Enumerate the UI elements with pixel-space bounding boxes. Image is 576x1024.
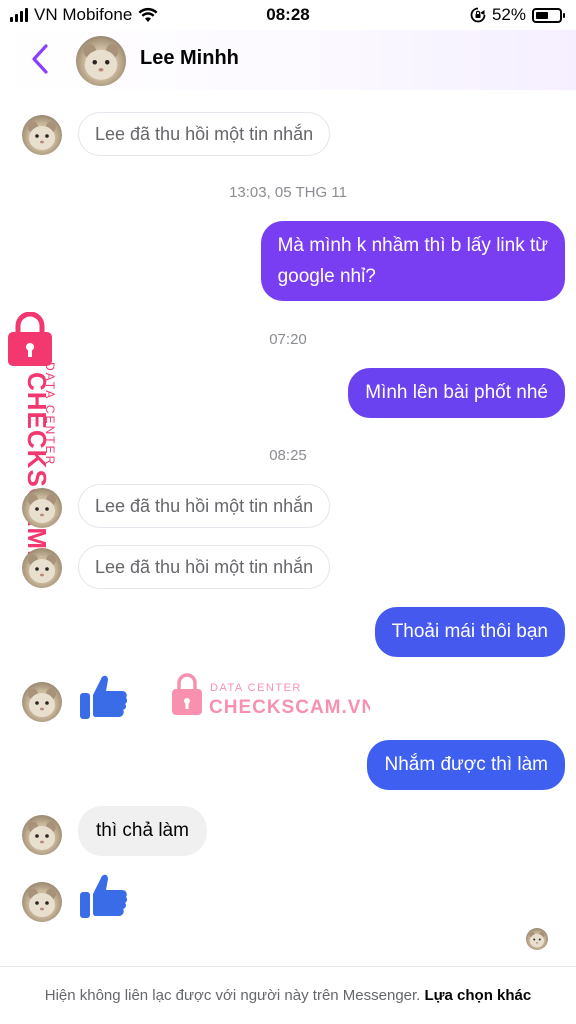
footer-divider (0, 966, 576, 967)
message-avatar[interactable] (22, 815, 62, 855)
unsent-message-notice: Lee đã thu hồi một tin nhắn (78, 484, 331, 528)
message-avatar[interactable] (22, 488, 62, 528)
like-icon[interactable] (78, 870, 128, 920)
outgoing-message[interactable]: Mà mình k nhầm thì b lấy link từ google … (260, 221, 565, 301)
lock-icon (172, 673, 202, 715)
timestamp: 13:03, 05 THG 11 (229, 184, 347, 201)
like-icon[interactable] (78, 671, 128, 721)
unsent-message-notice: Lee đã thu hồi một tin nhắn (78, 112, 331, 156)
timestamp: 08:25 (269, 447, 307, 464)
chat-header: Lee Minhh (0, 30, 576, 90)
timestamp: 07:20 (269, 331, 307, 348)
outgoing-message[interactable]: Mình lên bài phốt nhé (348, 368, 565, 418)
rotation-lock-icon (470, 7, 486, 23)
back-arrow-icon[interactable] (28, 42, 52, 76)
incoming-message[interactable]: thì chả làm (78, 806, 207, 856)
message-line: google nhỉ? (277, 266, 376, 287)
outgoing-message[interactable]: Nhắm được thì làm (367, 740, 565, 790)
read-receipt-avatar (526, 928, 548, 950)
status-bar: VN Mobifone 08:28 52% (0, 0, 576, 30)
watermark-center: DATA CENTER CHECKSCAM.VN (172, 673, 370, 718)
message-avatar[interactable] (22, 882, 62, 922)
message-avatar[interactable] (22, 115, 62, 155)
footer-text: Hiện không liên lạc được với người này t… (44, 987, 421, 1004)
contact-avatar[interactable] (76, 36, 126, 86)
battery-icon (532, 7, 565, 23)
unsent-message-notice: Lee đã thu hồi một tin nhắn (78, 545, 331, 589)
watermark-brand: CHECKSCAM.VN (209, 697, 370, 718)
message-line: Mà mình k nhầm thì b lấy link từ (277, 235, 548, 256)
contact-name[interactable]: Lee Minhh (140, 47, 239, 70)
watermark-subtitle: DATA CENTER (210, 682, 302, 694)
unreachable-footer: Hiện không liên lạc được với người này t… (40, 986, 536, 1006)
outgoing-message[interactable]: Thoải mái thôi bạn (374, 607, 565, 657)
other-options-link[interactable]: Lựa chọn khác (425, 987, 532, 1004)
battery-percent: 52% (491, 5, 526, 24)
message-avatar[interactable] (22, 548, 62, 588)
status-right: 52% (470, 5, 565, 25)
message-avatar[interactable] (22, 682, 62, 722)
